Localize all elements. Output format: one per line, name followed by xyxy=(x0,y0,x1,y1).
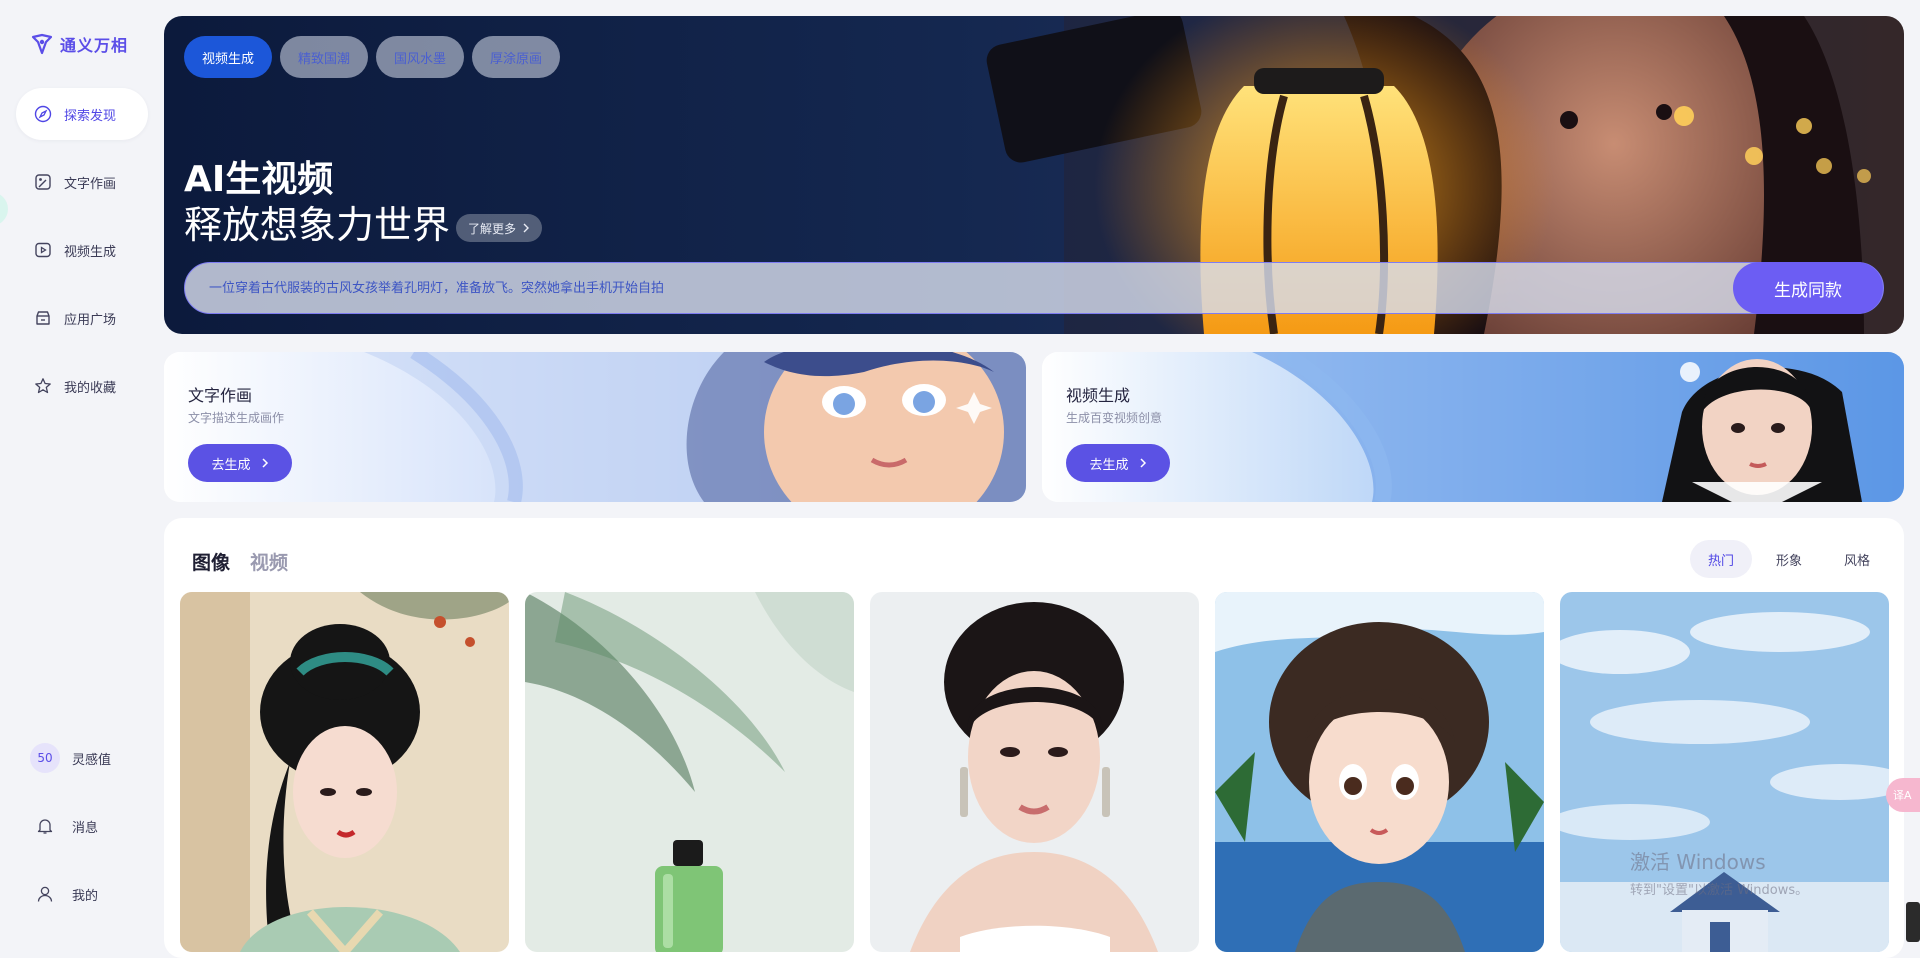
sidebar-item-explore[interactable]: 探索发现 xyxy=(16,88,148,140)
sidebar-item-label: 我的收藏 xyxy=(64,380,117,396)
prompt-text: 一位穿着古代服装的古风女孩举着孔明灯，准备放飞。突然她拿出手机开始自拍 xyxy=(209,281,665,296)
bell-icon xyxy=(37,819,53,834)
translate-float-button[interactable]: 译A xyxy=(1886,778,1920,812)
gallery-image-portrait-woman xyxy=(870,592,1199,952)
generate-same-button[interactable]: 生成同款 xyxy=(1733,262,1883,314)
sidebar-item-label: 视频生成 xyxy=(64,244,117,260)
logo-icon xyxy=(31,33,53,55)
gallery-item[interactable] xyxy=(870,592,1199,952)
collapse-handle[interactable] xyxy=(0,192,8,226)
user-icon xyxy=(37,886,53,902)
brand-name: 通义万相 xyxy=(60,36,129,55)
gallery-grid xyxy=(180,592,1889,952)
filter-portrait[interactable]: 形象 xyxy=(1758,540,1820,578)
star-icon xyxy=(35,378,51,394)
filter-popular[interactable]: 热门 xyxy=(1689,540,1752,578)
video-play-icon xyxy=(35,242,51,258)
go-generate-label: 去生成 xyxy=(1089,457,1129,473)
chevron-right-icon xyxy=(261,458,268,468)
tab-impasto[interactable]: 厚涂原画 xyxy=(472,36,561,78)
tab-videos[interactable]: 视频 xyxy=(250,548,288,575)
filter-style[interactable]: 风格 xyxy=(1826,540,1888,578)
tab-images[interactable]: 图像 xyxy=(192,548,230,575)
video-generation-illustration xyxy=(1042,352,1904,502)
gallery-image-winter-house xyxy=(1560,592,1889,952)
gallery-item[interactable] xyxy=(525,592,854,952)
card-title: 文字作画 xyxy=(188,386,253,405)
card-title: 视频生成 xyxy=(1066,386,1131,405)
messages-label: 消息 xyxy=(72,820,99,836)
credits-item[interactable]: 50 灵感值 xyxy=(16,732,148,784)
scrollbar-thumb[interactable] xyxy=(1906,902,1920,942)
messages-item[interactable]: 消息 xyxy=(16,800,148,852)
sidebar-item-label: 探索发现 xyxy=(64,108,117,124)
gallery-image-hanfu-lady xyxy=(180,592,509,952)
tab-ink-wash[interactable]: 国风水墨 xyxy=(376,36,465,78)
learn-more-label: 了解更多 xyxy=(468,221,517,236)
gallery-item[interactable] xyxy=(180,592,509,952)
watermark-title: 激活 Windows xyxy=(1630,850,1766,874)
hero-style-tabs: 视频生成 精致国潮 国风水墨 厚涂原画 xyxy=(184,36,561,78)
windows-activation-watermark: 激活 Windows 转到"设置"以激活 Windows。 xyxy=(1630,846,1808,898)
profile-label: 我的 xyxy=(72,888,99,904)
sidebar-item-app-plaza[interactable]: 应用广场 xyxy=(16,292,148,344)
sidebar: 通义万相 探索发现 文字作画 视频生成 应用广场 我的收藏 50 灵感值 消息 … xyxy=(0,0,162,942)
gallery-item[interactable] xyxy=(1215,592,1544,952)
credits-label: 灵感值 xyxy=(72,752,112,768)
prompt-input[interactable]: 一位穿着古代服装的古风女孩举着孔明灯，准备放飞。突然她拿出手机开始自拍 生成同款 xyxy=(184,262,1884,314)
sidebar-item-label: 文字作画 xyxy=(64,176,117,192)
credits-value: 50 xyxy=(30,743,60,773)
sidebar-item-text-to-image[interactable]: 文字作画 xyxy=(16,156,148,208)
card-description: 文字描述生成画作 xyxy=(188,411,285,425)
sidebar-item-label: 应用广场 xyxy=(64,312,117,328)
gallery-image-perfume-bottle xyxy=(525,592,854,952)
sidebar-nav: 探索发现 文字作画 视频生成 应用广场 我的收藏 xyxy=(16,88,148,428)
go-generate-button[interactable]: 去生成 xyxy=(1066,444,1170,482)
gallery-image-anime-girl-beach xyxy=(1215,592,1544,952)
tab-video-generation[interactable]: 视频生成 xyxy=(184,36,273,78)
go-generate-label: 去生成 xyxy=(211,457,251,473)
app-store-icon xyxy=(36,311,50,325)
brand-logo[interactable]: 通义万相 xyxy=(30,32,128,56)
card-description: 生成百变视频创意 xyxy=(1066,411,1163,425)
tab-guochao[interactable]: 精致国潮 xyxy=(280,36,369,78)
gallery-item[interactable] xyxy=(1560,592,1889,952)
sidebar-item-video-generation[interactable]: 视频生成 xyxy=(16,224,148,276)
sidebar-bottom: 50 灵感值 消息 我的 xyxy=(16,732,148,936)
hero-banner: 视频生成 精致国潮 国风水墨 厚涂原画 AI生视频 释放想象力世界 了解更多 一… xyxy=(164,16,1904,334)
watermark-subtitle: 转到"设置"以激活 Windows。 xyxy=(1630,883,1809,898)
translate-icon: 译A xyxy=(1893,789,1912,802)
sidebar-item-favorites[interactable]: 我的收藏 xyxy=(16,360,148,412)
gallery-filters: 热门 形象 风格 xyxy=(1689,540,1888,578)
video-generation-card[interactable]: 视频生成 生成百变视频创意 去生成 xyxy=(1042,352,1904,502)
go-generate-button[interactable]: 去生成 xyxy=(188,444,292,482)
profile-item[interactable]: 我的 xyxy=(16,868,148,920)
compass-icon xyxy=(34,105,52,123)
hero-subtitle: 释放想象力世界 xyxy=(184,203,451,247)
learn-more-button[interactable]: 了解更多 xyxy=(456,214,543,242)
chevron-right-icon xyxy=(1139,458,1146,468)
text-to-image-illustration xyxy=(164,352,1026,502)
chevron-right-icon xyxy=(523,223,530,233)
text-to-image-card[interactable]: 文字作画 文字描述生成画作 去生成 xyxy=(164,352,1026,502)
gallery-media-tabs: 图像 视频 xyxy=(192,548,288,575)
image-edit-icon xyxy=(35,174,51,190)
